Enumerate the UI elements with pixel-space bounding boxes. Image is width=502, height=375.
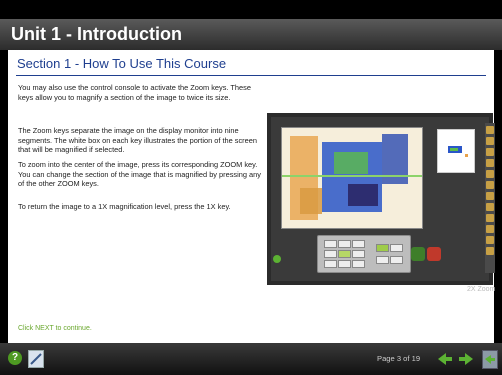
help-icon[interactable]: ? <box>8 351 22 365</box>
control-console <box>317 235 411 273</box>
zoom-key <box>390 244 403 252</box>
zoom-key <box>352 240 365 248</box>
content-panel: Section 1 - How To Use This Course You m… <box>8 50 496 343</box>
zoom-key <box>324 260 337 268</box>
xray-display <box>281 127 423 229</box>
power-indicator <box>273 255 281 263</box>
zoom-key <box>352 250 365 258</box>
paragraph-zoom-center: To zoom into the center of the image, pr… <box>18 160 261 189</box>
unit-title: Unit 1 - Introduction <box>11 24 182 44</box>
console-button <box>411 247 425 261</box>
section-divider <box>16 75 486 76</box>
side-toolbar <box>485 123 495 273</box>
unit-header: Unit 1 - Introduction <box>0 19 502 50</box>
page-indicator: Page 3 of 19 <box>377 354 421 363</box>
zoom-key <box>352 260 365 268</box>
section-title: Section 1 - How To Use This Course <box>17 56 227 71</box>
zoom-key <box>338 250 351 258</box>
exit-icon[interactable] <box>482 350 498 369</box>
top-bar <box>0 0 502 19</box>
zoom-key <box>390 256 403 264</box>
zoom-key <box>324 240 337 248</box>
zoom-key <box>376 256 389 264</box>
zoom-key <box>338 260 351 268</box>
paragraph-return-1x: To return the image to a 1X magnificatio… <box>18 202 231 211</box>
next-arrow-icon[interactable] <box>458 351 474 367</box>
image-caption: 2X Zoom <box>467 286 496 293</box>
paragraph-zoom-keys: You may also use the control console to … <box>18 83 251 102</box>
zoom-simulation-image <box>267 113 495 285</box>
zoom-key <box>324 250 337 258</box>
zoom-key <box>338 240 351 248</box>
zoom-key <box>376 244 389 252</box>
footer-bar: ? Page 3 of 19 <box>0 343 502 375</box>
zoom-thumbnail <box>437 129 475 173</box>
notes-icon[interactable] <box>28 350 44 368</box>
console-button <box>427 247 441 261</box>
continue-instruction: Click NEXT to continue. <box>18 325 92 332</box>
paragraph-segments: The Zoom keys separate the image on the … <box>18 126 257 155</box>
back-arrow-icon[interactable] <box>437 351 453 367</box>
